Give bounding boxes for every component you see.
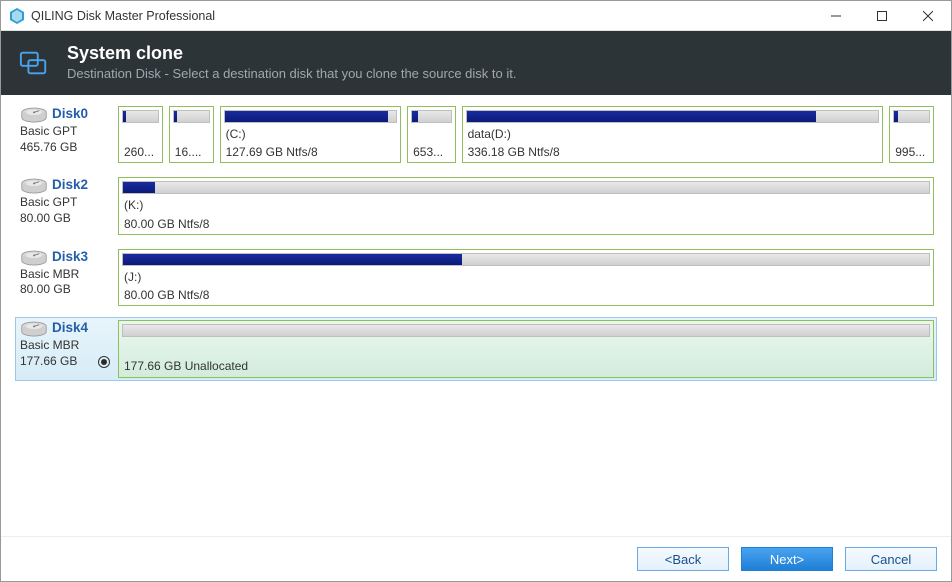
titlebar: QILING Disk Master Professional	[1, 1, 951, 31]
disk-row[interactable]: Disk3Basic MBR80.00 GB (J:) 80.00 GB Ntfs/…	[15, 246, 937, 309]
window-title: QILING Disk Master Professional	[31, 9, 813, 23]
disk-head: Disk3Basic MBR80.00 GB	[18, 249, 112, 306]
disk-icon	[20, 177, 48, 195]
disk-size: 80.00 GB	[20, 282, 110, 298]
partition-label2: 653...	[413, 144, 449, 160]
partition-label1	[175, 126, 208, 142]
disk-name: Disk0	[52, 106, 88, 124]
usage-bar	[122, 324, 930, 337]
partition-list: (J:) 80.00 GB Ntfs/8	[118, 249, 934, 306]
usage-bar	[122, 181, 930, 194]
partition-list: (K:) 80.00 GB Ntfs/8	[118, 177, 934, 234]
partition-label2: 127.69 GB Ntfs/8	[226, 144, 396, 160]
partition-label1	[124, 340, 928, 356]
clone-icon	[19, 47, 49, 77]
partition-label1: (J:)	[124, 269, 928, 285]
partition-list: 260... 16.... (C:) 127.69 GB Ntfs/8 653...…	[118, 106, 934, 163]
partition-label2: 80.00 GB Ntfs/8	[124, 287, 928, 303]
partition-label2: 16....	[175, 144, 208, 160]
footer: <Back Next> Cancel	[1, 536, 951, 581]
partition[interactable]: (K:) 80.00 GB Ntfs/8	[118, 177, 934, 234]
partition-label1: data(D:)	[468, 126, 878, 142]
partition[interactable]: (J:) 80.00 GB Ntfs/8	[118, 249, 934, 306]
usage-bar	[173, 110, 210, 123]
page-header: System clone Destination Disk - Select a…	[1, 31, 951, 95]
usage-bar	[893, 110, 930, 123]
back-button[interactable]: <Back	[637, 547, 729, 571]
partition-label2: 177.66 GB Unallocated	[124, 358, 928, 374]
partition[interactable]: 16....	[169, 106, 214, 163]
partition[interactable]: 177.66 GB Unallocated	[118, 320, 934, 377]
disk-icon	[20, 249, 48, 267]
disk-row[interactable]: Disk0Basic GPT465.76 GB 260... 16.... (C:…	[15, 103, 937, 166]
disk-size: 80.00 GB	[20, 211, 110, 227]
page-subtitle: Destination Disk - Select a destination …	[67, 66, 516, 81]
cancel-button[interactable]: Cancel	[845, 547, 937, 571]
disk-icon	[20, 106, 48, 124]
usage-bar	[466, 110, 880, 123]
partition-label1	[124, 126, 157, 142]
disk-type: Basic GPT	[20, 195, 110, 211]
disk-list: Disk0Basic GPT465.76 GB 260... 16....(C:…	[1, 95, 951, 397]
disk-name: Disk3	[52, 249, 88, 267]
usage-bar	[122, 110, 159, 123]
usage-bar	[122, 253, 930, 266]
maximize-button[interactable]	[859, 1, 905, 31]
usage-bar	[224, 110, 398, 123]
disk-head: Disk4Basic MBR177.66 GB	[18, 320, 112, 377]
disk-type: Basic MBR	[20, 338, 110, 354]
app-logo-icon	[9, 8, 25, 24]
disk-type: Basic GPT	[20, 124, 110, 140]
minimize-button[interactable]	[813, 1, 859, 31]
partition-label2: 336.18 GB Ntfs/8	[468, 144, 878, 160]
partition-label1	[895, 126, 928, 142]
disk-size: 177.66 GB	[20, 354, 110, 370]
partition[interactable]: 260...	[118, 106, 163, 163]
disk-icon	[20, 320, 48, 338]
disk-row[interactable]: Disk4Basic MBR177.66 GB 177.66 GB Unallo…	[15, 317, 937, 380]
page-title: System clone	[67, 43, 516, 64]
close-button[interactable]	[905, 1, 951, 31]
disk-head: Disk0Basic GPT465.76 GB	[18, 106, 112, 163]
partition[interactable]: data(D:) 336.18 GB Ntfs/8	[462, 106, 884, 163]
partition[interactable]: 653...	[407, 106, 455, 163]
disk-type: Basic MBR	[20, 267, 110, 283]
usage-bar	[411, 110, 451, 123]
disk-head: Disk2Basic GPT80.00 GB	[18, 177, 112, 234]
partition-label2: 995...	[895, 144, 928, 160]
partition-label2: 80.00 GB Ntfs/8	[124, 216, 928, 232]
partition-label1: (K:)	[124, 197, 928, 213]
disk-name: Disk4	[52, 320, 88, 338]
partition-label2: 260...	[124, 144, 157, 160]
disk-size: 465.76 GB	[20, 140, 110, 156]
next-button[interactable]: Next>	[741, 547, 833, 571]
partition-label1	[413, 126, 449, 142]
partition-label1: (C:)	[226, 126, 396, 142]
partition-list: 177.66 GB Unallocated	[118, 320, 934, 377]
partition[interactable]: (C:) 127.69 GB Ntfs/8	[220, 106, 402, 163]
disk-radio[interactable]	[98, 356, 110, 368]
disk-row[interactable]: Disk2Basic GPT80.00 GB (K:) 80.00 GB Ntfs/…	[15, 174, 937, 237]
partition[interactable]: 995...	[889, 106, 934, 163]
disk-name: Disk2	[52, 177, 88, 195]
